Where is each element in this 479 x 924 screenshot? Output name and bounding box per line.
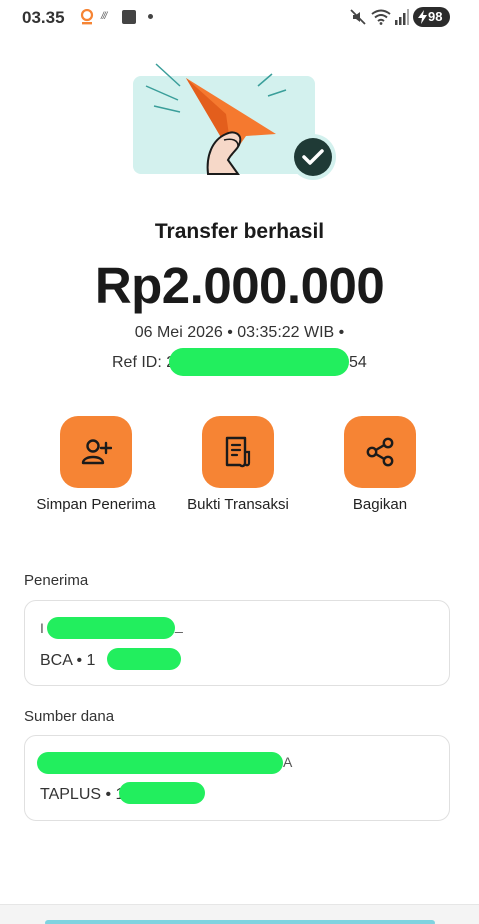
source-name-redaction xyxy=(37,752,283,774)
source-account-line: TAPLUS • 1 xyxy=(40,786,125,803)
share-action[interactable]: Bagikan xyxy=(310,416,450,514)
data-saver-icon: /// xyxy=(101,11,107,22)
mute-icon xyxy=(350,9,366,25)
recipient-account-redaction xyxy=(107,648,181,670)
recipient-name-suffix: _ xyxy=(175,617,183,633)
wifi-icon xyxy=(371,9,391,25)
reference-id-label: Ref ID: 2 xyxy=(112,354,176,371)
share-icon xyxy=(366,437,394,467)
share-label: Bagikan xyxy=(352,496,408,513)
source-card: A TAPLUS • 1 xyxy=(24,735,450,821)
notification-pin-icon xyxy=(80,9,94,25)
add-person-icon xyxy=(81,439,112,465)
source-account-redaction xyxy=(119,782,205,804)
transaction-proof-button[interactable] xyxy=(202,416,274,488)
transfer-status-title: Transfer berhasil xyxy=(154,220,325,243)
recipient-name-prefix: I xyxy=(40,620,44,636)
more-notifications-icon xyxy=(148,14,153,19)
save-recipient-button[interactable] xyxy=(60,416,132,488)
recipient-bank-line: BCA • 1 xyxy=(40,652,96,669)
battery-indicator: 98 xyxy=(413,7,450,27)
reference-id-redaction xyxy=(169,348,349,376)
share-button[interactable] xyxy=(344,416,416,488)
source-section-label: Sumber dana xyxy=(24,708,115,725)
bottom-primary-button[interactable] xyxy=(45,920,435,924)
recipient-card: I _ BCA • 1 xyxy=(24,600,450,686)
transfer-datetime: 06 Mei 2026 • 03:35:22 WIB • xyxy=(134,324,345,341)
success-illustration xyxy=(133,63,336,180)
status-time: 03.35 xyxy=(22,8,65,27)
reference-id-tail: 54 xyxy=(349,354,367,371)
source-name-suffix: A xyxy=(283,754,293,770)
signal-icon xyxy=(395,9,409,25)
status-bar: 03.35 /// 98 xyxy=(0,0,479,34)
recipient-name-redaction xyxy=(47,617,175,639)
save-recipient-action[interactable]: Simpan Penerima xyxy=(26,416,166,514)
save-recipient-label: Simpan Penerima xyxy=(36,496,156,513)
battery-level: 98 xyxy=(428,9,443,24)
transaction-proof-label: Bukti Transaksi xyxy=(187,496,289,513)
recipient-section-label: Penerima xyxy=(24,572,89,589)
checkbox-notification-icon xyxy=(122,10,136,24)
transaction-proof-action[interactable]: Bukti Transaksi xyxy=(168,416,308,514)
transfer-amount: Rp2.000.000 xyxy=(94,257,385,314)
charging-bolt-icon xyxy=(418,10,427,24)
document-icon xyxy=(225,436,251,468)
